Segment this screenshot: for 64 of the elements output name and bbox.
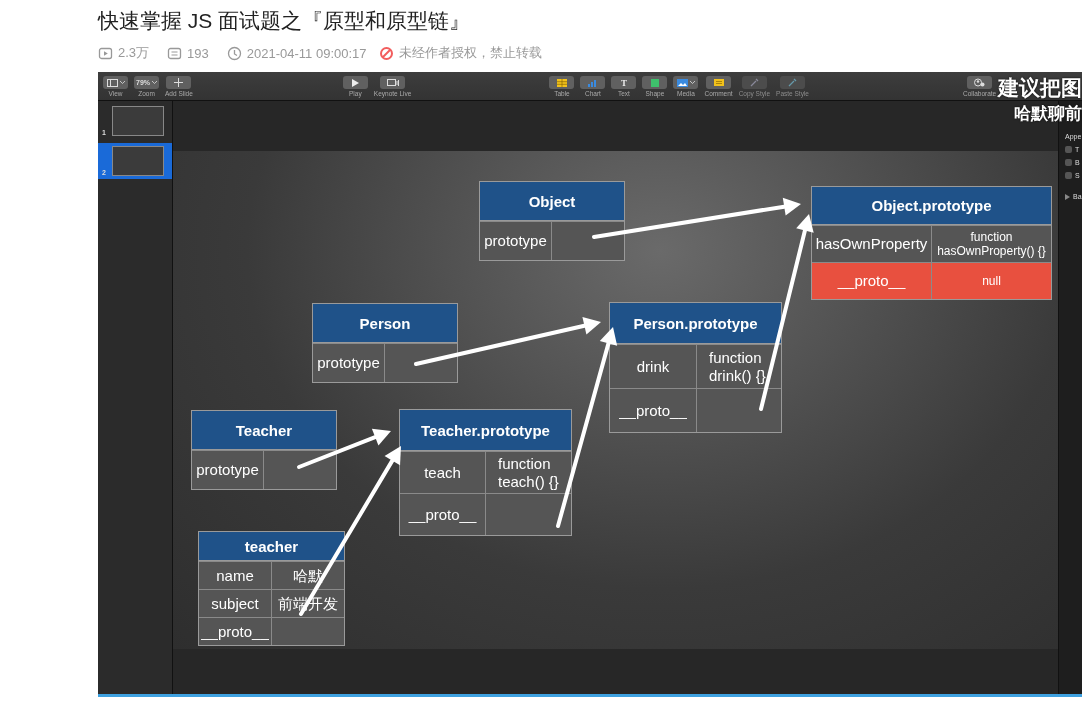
toolbar-button[interactable] [673,76,699,89]
sidebar-layout-icon [106,78,118,87]
comment-count: 193 [187,45,209,61]
checkbox[interactable] [1065,146,1072,153]
table-cell-text: function drink() {} [708,347,767,386]
publish-time: 2021-04-11 09:00:17 [246,45,367,61]
table-cell: prototype [192,451,264,489]
table-cell: prototype [313,344,385,382]
table-cell-text: 哈默 [292,565,324,586]
play-icon [351,78,360,87]
table-header: Teacher [192,411,336,450]
play-icon [98,45,113,61]
table-cell: __proto__ [199,618,272,645]
subtitle-text: 哈默聊前 [1014,103,1082,125]
plus-icon [174,78,184,87]
table-header: Person.prototype [610,303,781,344]
eyedropper-icon [788,78,797,87]
table-cell: __proto__ [812,263,932,299]
text-icon: T [620,77,627,88]
eyedropper-icon [749,78,759,87]
monitor-icon [386,78,399,87]
table-header: Person [313,304,457,343]
toolbar-button[interactable] [706,76,732,89]
toolbar-button[interactable]: T [611,76,637,89]
table-cell: subject [199,590,272,617]
copyright-notice: 未经作者授权，禁止转载 [398,44,542,62]
prohibited-icon [378,45,394,61]
caret-icon [119,81,125,84]
toolbar-button[interactable] [103,76,128,89]
slide-thumbnail[interactable] [112,106,164,136]
toolbar-button[interactable] [380,76,406,89]
table-icon [556,78,567,87]
view-count: 2.3万 [118,44,150,62]
clock-icon [226,45,242,61]
toolbar-button[interactable] [342,76,368,89]
table-cell: __proto__ [610,389,697,432]
comment-icon [713,78,724,87]
person-add-icon [974,78,986,87]
table-header: teacher [199,532,344,561]
disclosure-triangle-icon[interactable] [1065,193,1070,200]
caret-icon [152,81,157,84]
table-cell-text: function teach() {} [497,453,560,492]
video-title: 快速掌握 JS 面试题之『原型和原型链』 [98,8,472,34]
toolbar-button[interactable] [967,76,993,89]
table-header: Object [480,182,624,221]
list-icon [167,45,183,61]
table-header: Object.prototype [812,187,1051,225]
caret-icon [689,81,695,84]
checkbox[interactable] [1065,159,1072,166]
subtitle-text: 建议把图 [998,75,1082,101]
image-icon [676,78,688,87]
square-icon [650,78,659,87]
table-header: Teacher.prototype [400,410,571,451]
table-cell-text: function hasOwnProperty() {} [936,228,1047,260]
toolbar-button[interactable] [549,76,575,89]
table-cell: prototype [480,222,552,260]
toolbar-button[interactable] [166,76,192,89]
slide-thumbnail[interactable] [112,146,164,176]
table-cell: __proto__ [400,494,486,535]
table-cell-text: null [981,272,1002,290]
table-cell: name [199,562,272,589]
toolbar-button[interactable] [642,76,668,89]
checkbox[interactable] [1065,172,1072,179]
bar-chart-icon [587,78,598,87]
